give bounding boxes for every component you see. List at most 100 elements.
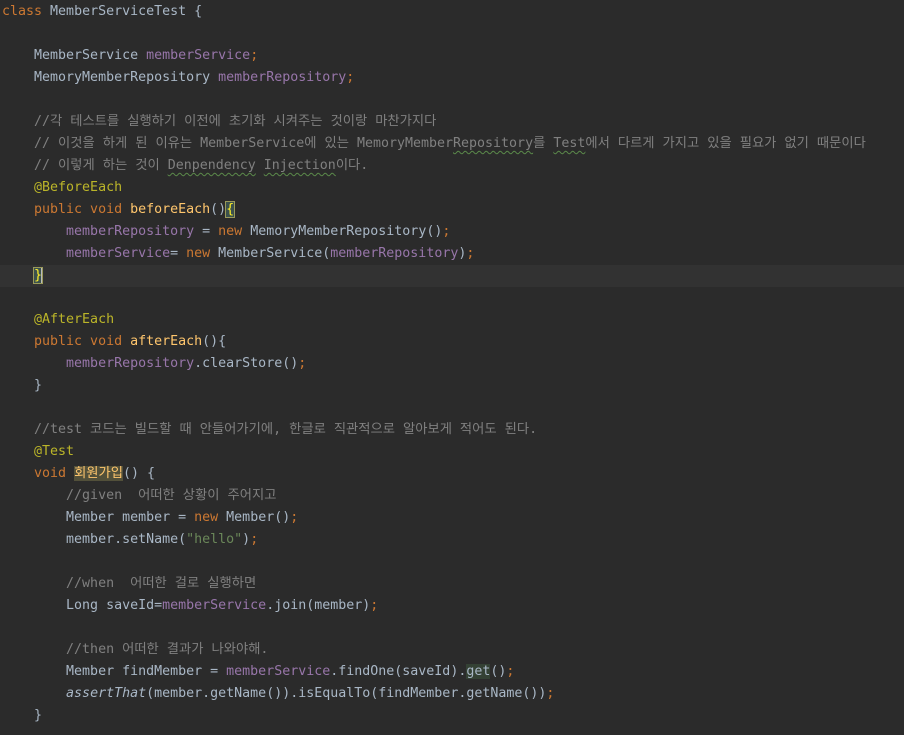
code-line[interactable]: memberService= new MemberService(memberR… xyxy=(0,243,904,265)
code-token: () xyxy=(210,202,227,217)
code-token: assertThat xyxy=(66,686,147,701)
code-token: (member.getName()).isEqualTo(findMember.… xyxy=(146,686,547,701)
code-token: ; xyxy=(250,48,259,63)
code-line[interactable]: assertThat(member.getName()).isEqualTo(f… xyxy=(0,683,904,705)
code-token: public void xyxy=(2,334,131,349)
code-line[interactable]: MemberService memberService; xyxy=(0,45,904,67)
code-token: ; xyxy=(546,686,555,701)
code-token: memberService xyxy=(146,48,251,63)
code-line[interactable]: ​ xyxy=(0,397,904,419)
code-token: new xyxy=(218,224,251,239)
code-token: @Test xyxy=(2,444,75,459)
code-token: memberRepository xyxy=(2,224,195,239)
code-token: ; xyxy=(466,246,475,261)
code-token: public void xyxy=(2,202,131,217)
code-token: ; xyxy=(250,532,259,547)
code-token: 이다. xyxy=(335,158,369,173)
code-line[interactable]: // 이것을 하게 된 이유는 MemberService에 있는 Memory… xyxy=(0,133,904,155)
code-token: afterEach xyxy=(130,334,203,349)
text-caret xyxy=(41,267,44,283)
code-token: MemberService( xyxy=(218,246,331,261)
code-line[interactable]: public void beforeEach(){ xyxy=(0,199,904,221)
code-token: } xyxy=(2,708,43,723)
code-token: Denpendency xyxy=(167,158,256,173)
code-token: //then 어떠한 결과가 나와야해. xyxy=(2,642,269,657)
code-line[interactable]: class MemberServiceTest { xyxy=(0,1,904,23)
code-token: // 이것을 하게 된 이유는 MemberService에 있는 Memory… xyxy=(2,136,454,151)
code-token: @AfterEach xyxy=(2,312,115,327)
code-line[interactable]: void 회원가입() { xyxy=(0,463,904,485)
code-token: ; xyxy=(298,356,307,371)
code-token: beforeEach xyxy=(130,202,211,217)
code-token: { xyxy=(225,201,236,218)
code-token: "hello" xyxy=(186,532,243,547)
code-token: get xyxy=(466,664,491,679)
code-token: Member findMember = xyxy=(2,664,227,679)
code-line[interactable]: public void afterEach(){ xyxy=(0,331,904,353)
code-token: new xyxy=(194,510,227,525)
code-token: Member() xyxy=(226,510,291,525)
code-token: memberService xyxy=(2,246,171,261)
code-line[interactable]: @BeforeEach xyxy=(0,177,904,199)
code-token: class xyxy=(2,4,51,19)
code-line[interactable]: //when 어떠한 걸로 실행하면 xyxy=(0,573,904,595)
code-token: memberService xyxy=(162,598,267,613)
code-token: memberService xyxy=(226,664,331,679)
code-line[interactable]: //각 테스트를 실행하기 이전에 초기화 시켜주는 것이랑 마찬가지다 xyxy=(0,111,904,133)
code-line[interactable]: } xyxy=(0,375,904,397)
code-token: void xyxy=(2,466,75,481)
code-line[interactable]: //given 어떠한 상황이 주어지고 xyxy=(0,485,904,507)
code-token: () xyxy=(490,664,507,679)
code-token: 회원가입 xyxy=(74,466,123,481)
code-line[interactable]: // 이렇게 하는 것이 Denpendency Injection이다. xyxy=(0,155,904,177)
code-token: MemberService xyxy=(2,48,147,63)
code-line[interactable]: ​ xyxy=(0,617,904,639)
code-line[interactable]: memberRepository = new MemoryMemberRepos… xyxy=(0,221,904,243)
code-token: ) xyxy=(242,532,251,547)
code-line[interactable]: memberRepository.clearStore(); xyxy=(0,353,904,375)
code-token: member.setName( xyxy=(2,532,187,547)
code-token: 에서 다르게 가지고 있을 필요가 없기 때문이다 xyxy=(585,136,866,151)
code-line[interactable]: } xyxy=(0,265,904,287)
code-token: ; xyxy=(290,510,299,525)
code-editor[interactable]: class MemberServiceTest {​ MemberService… xyxy=(0,1,904,727)
code-token: = xyxy=(194,224,219,239)
code-line[interactable]: @Test xyxy=(0,441,904,463)
code-line[interactable]: Member findMember = memberService.findOn… xyxy=(0,661,904,683)
code-token: Injection xyxy=(263,158,336,173)
code-line[interactable]: member.setName("hello"); xyxy=(0,529,904,551)
code-token: .join(member) xyxy=(266,598,371,613)
code-line[interactable]: //then 어떠한 결과가 나와야해. xyxy=(0,639,904,661)
code-token: // 이렇게 하는 것이 xyxy=(2,158,168,173)
code-line[interactable]: Long saveId=memberService.join(member); xyxy=(0,595,904,617)
code-line[interactable]: ​ xyxy=(0,551,904,573)
code-line[interactable]: @AfterEach xyxy=(0,309,904,331)
code-token: = xyxy=(170,246,187,261)
code-token: MemoryMemberRepository xyxy=(2,70,219,85)
code-line[interactable]: } xyxy=(0,705,904,727)
code-token: } xyxy=(2,378,43,393)
code-token: //각 테스트를 실행하기 이전에 초기화 시켜주는 것이랑 마찬가지다 xyxy=(2,114,437,129)
code-line[interactable]: ​ xyxy=(0,89,904,111)
code-token: new xyxy=(186,246,219,261)
code-token: ; xyxy=(346,70,355,85)
code-token: memberRepository xyxy=(218,70,347,85)
code-line[interactable]: MemoryMemberRepository memberRepository; xyxy=(0,67,904,89)
code-token: @BeforeEach xyxy=(2,180,123,195)
code-line[interactable]: //test 코드는 빌드할 때 안들어가기에, 한글로 직관적으로 알아보게 … xyxy=(0,419,904,441)
code-line[interactable]: ​ xyxy=(0,23,904,45)
code-line[interactable]: ​ xyxy=(0,287,904,309)
code-token: Long saveId= xyxy=(2,598,163,613)
code-token: MemberServiceTest { xyxy=(50,4,203,19)
code-token: (){ xyxy=(202,334,227,349)
code-token: //when 어떠한 걸로 실행하면 xyxy=(2,576,257,591)
code-token: .clearStore() xyxy=(194,356,299,371)
code-line[interactable]: Member member = new Member(); xyxy=(0,507,904,529)
code-token: Member member = xyxy=(2,510,195,525)
code-token: ; xyxy=(442,224,451,239)
code-token: Repository xyxy=(453,136,534,151)
code-token: //given 어떠한 상황이 주어지고 xyxy=(2,488,277,503)
code-token: ; xyxy=(370,598,379,613)
